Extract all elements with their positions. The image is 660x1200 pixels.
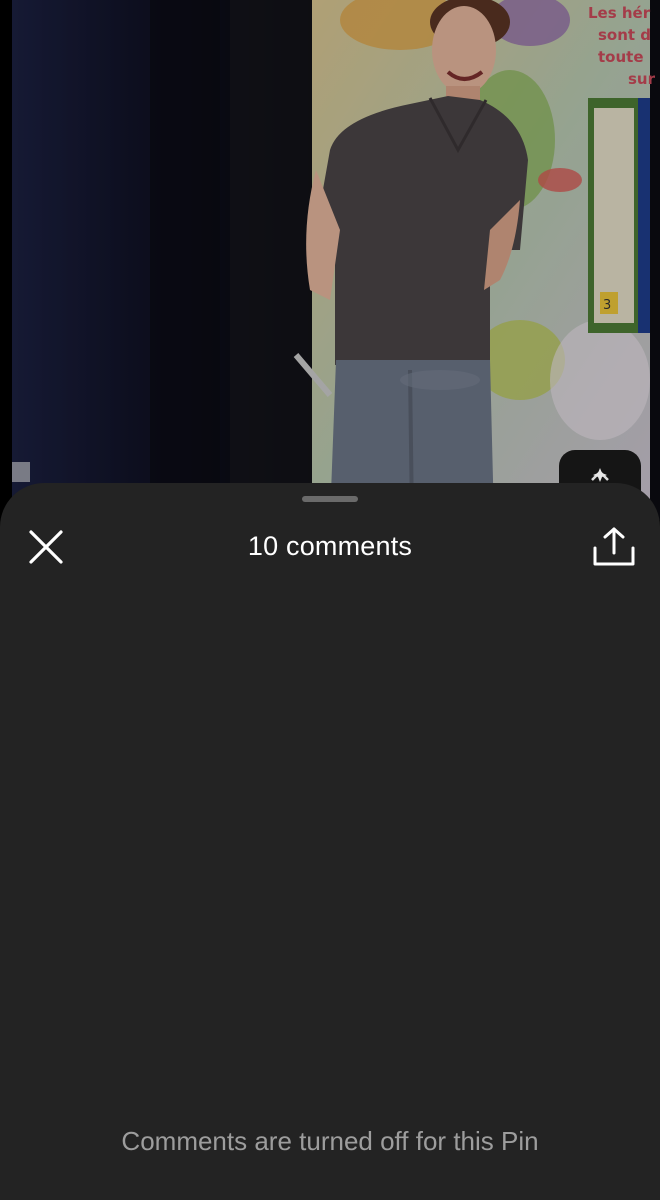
pin-image: 3 Les hér sont d toute sur [0, 0, 660, 520]
comments-list [0, 579, 660, 1099]
share-button[interactable] [588, 521, 640, 573]
sheet-header: 10 comments [0, 513, 660, 579]
share-icon [593, 527, 635, 566]
comments-sheet: 10 comments Comments are turned off for … [0, 483, 660, 1200]
pin-photo-illustration: 3 Les hér sont d toute sur [0, 0, 660, 520]
sheet-drag-handle[interactable] [302, 496, 358, 502]
comments-disabled-message: Comments are turned off for this Pin [121, 1126, 539, 1156]
comments-count-title: 10 comments [247, 531, 413, 561]
